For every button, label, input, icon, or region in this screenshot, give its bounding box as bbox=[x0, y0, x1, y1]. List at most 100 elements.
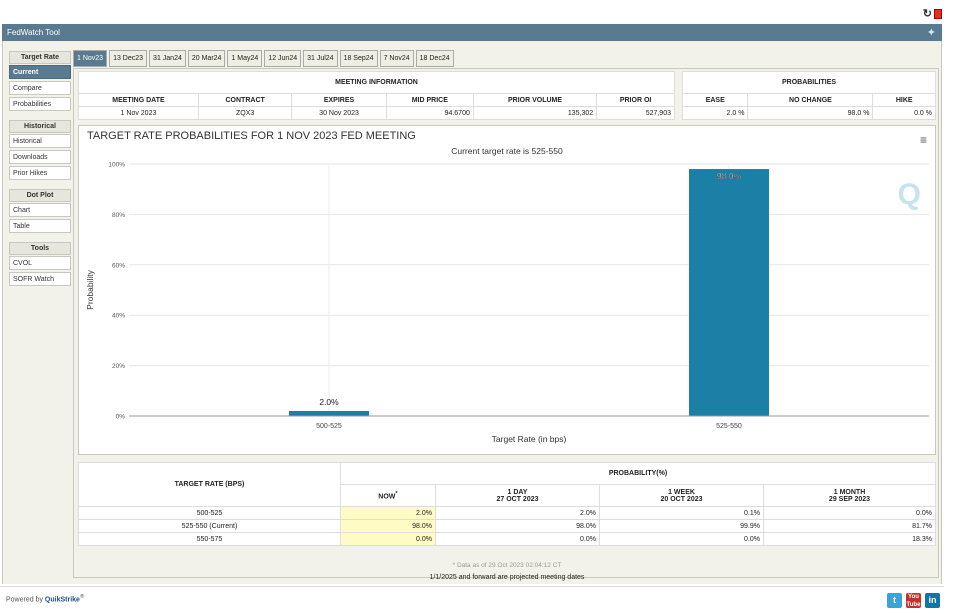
sidebar-item-cvol[interactable]: CVOL bbox=[9, 256, 71, 270]
tab-meeting-5[interactable]: 1 May24 bbox=[227, 50, 263, 67]
table-cell: 94.6700 bbox=[385, 106, 474, 120]
table-cell: 0.0% bbox=[340, 532, 436, 546]
table-cell: 525-550 (Current) bbox=[78, 519, 341, 533]
y-tick-label: 0% bbox=[116, 414, 126, 421]
tab-meeting-9[interactable]: 7 Nov24 bbox=[379, 50, 414, 67]
y-tick-label: 100% bbox=[108, 162, 125, 169]
tab-meeting-10[interactable]: 18 Dec24 bbox=[415, 50, 454, 67]
y-tick-label: 80% bbox=[112, 212, 125, 219]
column-header: EASE bbox=[681, 93, 749, 107]
app-title: FedWatch Tool bbox=[7, 28, 60, 37]
pdf-icon[interactable] bbox=[934, 9, 942, 19]
table-cell: 500-525 bbox=[78, 506, 341, 520]
sidebar-item-chart[interactable]: Chart bbox=[9, 203, 71, 217]
table-cell: ZQX3 bbox=[197, 106, 293, 120]
content-panel: MEETING INFORMATION MEETING DATE CONTRAC… bbox=[73, 68, 939, 581]
probabilities-table: PROBABILITIES EASE NO CHANGE HIKE 2.0 % … bbox=[681, 71, 936, 120]
bar bbox=[289, 410, 369, 416]
sidebar-item-current[interactable]: Current bbox=[9, 65, 71, 79]
sidebar-header-dot-plot: Dot Plot bbox=[9, 189, 71, 202]
table-cell: 527,903 bbox=[596, 106, 675, 120]
table-cell: 81.7% bbox=[763, 519, 936, 533]
table-row: 550-575 0.0% 0.0% 0.0% 18.3% bbox=[78, 532, 936, 546]
main-frame: Target Rate Current Compare Probabilitie… bbox=[2, 41, 942, 584]
x-tick-label: 525-550 bbox=[716, 423, 742, 430]
linkedin-icon[interactable]: in bbox=[925, 593, 940, 608]
tab-meeting-3[interactable]: 31 Jan24 bbox=[149, 50, 186, 67]
table-cell: 0.0% bbox=[763, 506, 936, 520]
meeting-info-title: MEETING INFORMATION bbox=[78, 71, 675, 94]
chart-title: TARGET RATE PROBABILITIES FOR 1 NOV 2023… bbox=[87, 130, 416, 142]
twitter-icon[interactable]: t bbox=[887, 593, 902, 608]
sidebar-item-historical[interactable]: Historical bbox=[9, 134, 71, 148]
column-header-now: NOW* bbox=[340, 484, 436, 507]
column-header: MEETING DATE bbox=[78, 93, 199, 107]
probabilities-title: PROBABILITIES bbox=[682, 71, 936, 94]
column-header: HIKE bbox=[872, 93, 936, 107]
sidebar-header-tools: Tools bbox=[9, 242, 71, 255]
tab-meeting-6[interactable]: 12 Jun24 bbox=[264, 50, 302, 67]
footer: Powered by QuikStrike® t You Tube in bbox=[0, 586, 944, 614]
table-cell: 98.0% bbox=[435, 519, 600, 533]
bar bbox=[689, 169, 769, 416]
table-cell: 18.3% bbox=[763, 532, 936, 546]
tab-meeting-8[interactable]: 18 Sep24 bbox=[339, 50, 378, 67]
hamburger-menu-icon[interactable]: ≡ bbox=[920, 134, 927, 146]
column-header: CONTRACT bbox=[197, 93, 293, 107]
table-cell: 0.1% bbox=[599, 506, 764, 520]
column-header-probability: PROBABILITY(%) bbox=[340, 462, 936, 485]
sidebar: Target Rate Current Compare Probabilitie… bbox=[9, 49, 71, 288]
table-cell: 135,302 bbox=[472, 106, 598, 120]
y-tick-label: 40% bbox=[112, 313, 125, 320]
column-header: MID PRICE bbox=[385, 93, 474, 107]
table-cell: 99.9% bbox=[599, 519, 764, 533]
table-cell: 98.0% bbox=[340, 519, 436, 533]
twitter-icon[interactable]: ✦ bbox=[927, 26, 936, 39]
projected-dates-note: 1/1/2025 and forward are projected meeti… bbox=[429, 574, 585, 581]
sidebar-item-table[interactable]: Table bbox=[9, 219, 71, 233]
table-cell: 98.0 % bbox=[747, 106, 874, 120]
column-header-target-rate: TARGET RATE (BPS) bbox=[78, 462, 341, 507]
chart-plot-area: 0% 20% 40% 60% 80% 100% 2.0% 500-525 98.0% 525-55… bbox=[85, 162, 929, 444]
bar-data-label: 98.0% bbox=[717, 171, 742, 181]
y-axis-label: Probability bbox=[85, 269, 95, 309]
column-header: NO CHANGE bbox=[747, 93, 874, 107]
table-cell: 550-575 bbox=[78, 532, 341, 546]
meeting-tabs: 1 Nov23 13 Dec23 31 Jan24 20 Mar24 1 May… bbox=[73, 50, 454, 67]
column-header-1-day: 1 DAY 27 OCT 2023 bbox=[435, 484, 600, 507]
title-bar: FedWatch Tool ✦ bbox=[2, 24, 942, 41]
sidebar-item-downloads[interactable]: Downloads bbox=[9, 150, 71, 164]
sidebar-item-compare[interactable]: Compare bbox=[9, 81, 71, 95]
column-header-1-month: 1 MONTH 29 SEP 2023 bbox=[763, 484, 936, 507]
sidebar-header-historical: Historical bbox=[9, 120, 71, 133]
table-row: 2.0 % 98.0 % 0.0 % bbox=[681, 106, 936, 120]
sidebar-item-prior-hikes[interactable]: Prior Hikes bbox=[9, 166, 71, 180]
refresh-icon[interactable]: ↻ bbox=[923, 9, 932, 20]
bar-data-label: 2.0% bbox=[319, 397, 339, 407]
tab-meeting-7[interactable]: 31 Jul24 bbox=[303, 50, 338, 67]
data-timestamp-note: * Data as of 29 Oct 2023 02:04:12 CT bbox=[452, 562, 562, 569]
tab-meeting-2[interactable]: 13 Dec23 bbox=[109, 50, 148, 67]
column-header: PRIOR OI bbox=[596, 93, 675, 107]
meeting-info-table: MEETING INFORMATION MEETING DATE CONTRAC… bbox=[78, 71, 675, 120]
powered-by: Powered by QuikStrike® bbox=[6, 594, 85, 604]
sidebar-item-sofr-watch[interactable]: SOFR Watch bbox=[9, 272, 71, 286]
table-cell: 2.0 % bbox=[681, 106, 749, 120]
y-tick-label: 20% bbox=[112, 363, 125, 370]
tab-meeting-1[interactable]: 1 Nov23 bbox=[73, 50, 108, 67]
probability-history-table: TARGET RATE (BPS) PROBABILITY(%) NOW* 1 … bbox=[78, 462, 936, 546]
x-tick-label: 500-525 bbox=[316, 423, 342, 430]
sidebar-item-probabilities[interactable]: Probabilities bbox=[9, 97, 71, 111]
table-cell: 0.0% bbox=[435, 532, 600, 546]
table-row: 500-525 2.0% 2.0% 0.1% 0.0% bbox=[78, 506, 936, 520]
probability-chart: TARGET RATE PROBABILITIES FOR 1 NOV 2023… bbox=[78, 125, 936, 455]
table-cell: 0.0 % bbox=[872, 106, 936, 120]
column-header: EXPIRES bbox=[291, 93, 387, 107]
x-axis-label: Target Rate (in bps) bbox=[492, 434, 567, 444]
column-header-1-week: 1 WEEK 20 OCT 2023 bbox=[599, 484, 764, 507]
youtube-icon[interactable]: You Tube bbox=[906, 593, 921, 608]
table-cell: 2.0% bbox=[435, 506, 600, 520]
table-cell: 30 Nov 2023 bbox=[291, 106, 387, 120]
column-header: PRIOR VOLUME bbox=[472, 93, 598, 107]
tab-meeting-4[interactable]: 20 Mar24 bbox=[187, 50, 226, 67]
